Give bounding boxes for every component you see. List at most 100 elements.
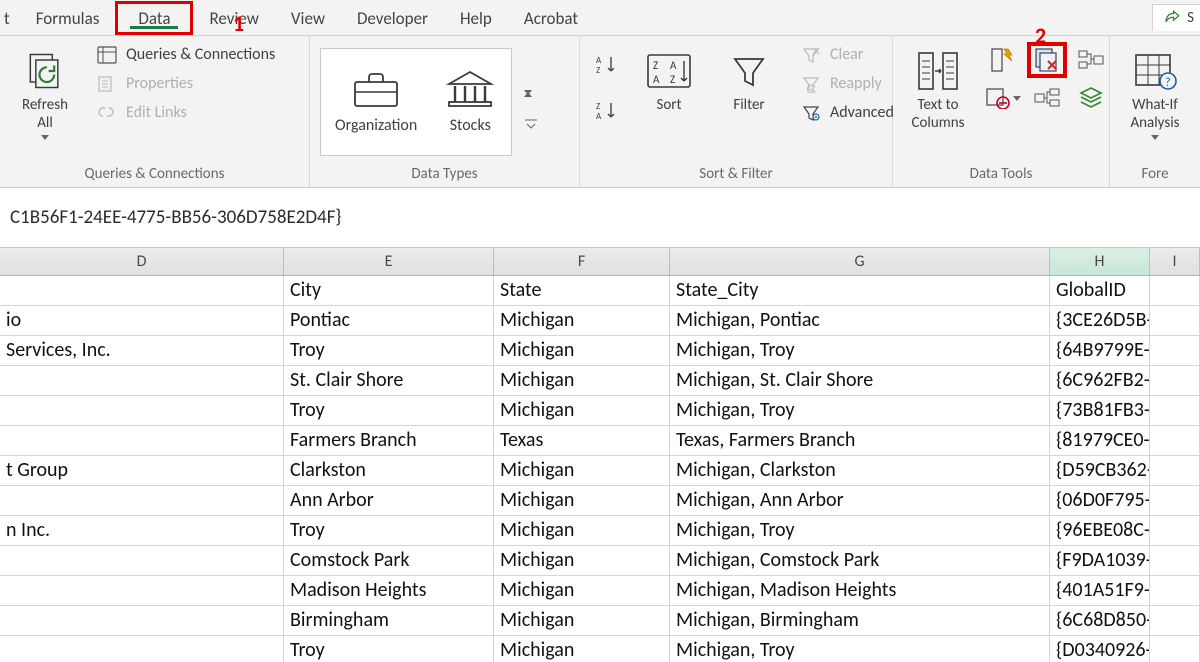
gallery-up[interactable] — [524, 73, 538, 87]
cell[interactable] — [1150, 366, 1200, 395]
table-row[interactable]: n Inc. Troy Michigan Michigan, Troy {96E… — [0, 516, 1200, 546]
col-header-G[interactable]: G — [670, 248, 1050, 275]
cell[interactable] — [0, 396, 284, 425]
cell[interactable] — [1150, 426, 1200, 455]
cell[interactable] — [1150, 486, 1200, 515]
cell[interactable] — [1150, 276, 1200, 305]
header-row[interactable]: City State State_City GlobalID — [0, 276, 1200, 306]
cell[interactable]: Michigan — [494, 516, 670, 545]
data-validation-button[interactable] — [983, 80, 1023, 116]
cell[interactable]: Farmers Branch — [284, 426, 494, 455]
consolidate-button[interactable] — [1071, 42, 1111, 78]
cell[interactable]: Troy — [284, 516, 494, 545]
col-header-I[interactable]: I — [1150, 248, 1200, 275]
cell[interactable]: St. Clair Shore — [284, 366, 494, 395]
cell[interactable] — [1150, 516, 1200, 545]
cell[interactable]: Michigan, Troy — [670, 396, 1050, 425]
cell[interactable]: {96EBE08C-127F- — [1050, 516, 1150, 545]
tab-view[interactable]: View — [275, 1, 341, 35]
manage-data-model-button[interactable] — [1071, 80, 1111, 116]
cell[interactable]: Texas, Farmers Branch — [670, 426, 1050, 455]
table-row[interactable]: St. Clair Shore Michigan Michigan, St. C… — [0, 366, 1200, 396]
cell[interactable]: Comstock Park — [284, 546, 494, 575]
table-row[interactable]: Ann Arbor Michigan Michigan, Ann Arbor {… — [0, 486, 1200, 516]
cell[interactable]: {6C68D850-6AD5 — [1050, 606, 1150, 635]
cell[interactable] — [0, 546, 284, 575]
remove-duplicates-button[interactable]: 2 — [1027, 42, 1067, 78]
table-row[interactable]: Birmingham Michigan Michigan, Birmingham… — [0, 606, 1200, 636]
cell[interactable]: {D59CB362-2B3B- — [1050, 456, 1150, 485]
cell[interactable]: City — [284, 276, 494, 305]
cell[interactable]: Madison Heights — [284, 576, 494, 605]
cell[interactable] — [1150, 306, 1200, 335]
cell[interactable] — [1150, 396, 1200, 425]
table-row[interactable]: Services, Inc. Troy Michigan Michigan, T… — [0, 336, 1200, 366]
gallery-down[interactable] — [524, 95, 538, 109]
sort-desc-button[interactable]: ZA — [590, 96, 624, 124]
cell[interactable] — [1150, 456, 1200, 485]
cell[interactable]: Michigan — [494, 306, 670, 335]
filter-button[interactable]: Filter — [714, 42, 784, 116]
share-button[interactable]: S — [1152, 4, 1200, 31]
cell[interactable]: Michigan, Birmingham — [670, 606, 1050, 635]
cell[interactable]: Michigan — [494, 576, 670, 605]
datatype-stocks[interactable]: Stocks — [443, 68, 497, 135]
cell[interactable] — [0, 486, 284, 515]
table-row[interactable]: io Pontiac Michigan Michigan, Pontiac {3… — [0, 306, 1200, 336]
table-row[interactable]: Troy Michigan Michigan, Troy {73B81FB3-6… — [0, 396, 1200, 426]
cell[interactable] — [0, 636, 284, 662]
whatif-button[interactable]: ? What-If Analysis — [1120, 42, 1190, 142]
table-row[interactable]: Comstock Park Michigan Michigan, Comstoc… — [0, 546, 1200, 576]
queries-connections-button[interactable]: Queries & Connections — [90, 42, 281, 67]
cell[interactable] — [0, 276, 284, 305]
cell[interactable]: Michigan — [494, 606, 670, 635]
col-header-H[interactable]: H — [1050, 248, 1150, 275]
cell[interactable]: Michigan, Ann Arbor — [670, 486, 1050, 515]
cell[interactable]: Michigan — [494, 336, 670, 365]
col-header-F[interactable]: F — [494, 248, 670, 275]
cell[interactable]: Pontiac — [284, 306, 494, 335]
cell[interactable]: Birmingham — [284, 606, 494, 635]
cell[interactable]: Troy — [284, 396, 494, 425]
cell[interactable]: Troy — [284, 336, 494, 365]
relationships-button[interactable] — [1027, 80, 1067, 116]
cell[interactable]: Michigan, Comstock Park — [670, 546, 1050, 575]
table-row[interactable]: Madison Heights Michigan Michigan, Madis… — [0, 576, 1200, 606]
cell[interactable]: t Group — [0, 456, 284, 485]
advanced-button[interactable]: Advanced — [794, 100, 900, 125]
table-row[interactable]: Farmers Branch Texas Texas, Farmers Bran… — [0, 426, 1200, 456]
cell[interactable]: Michigan, St. Clair Shore — [670, 366, 1050, 395]
cell[interactable] — [1150, 576, 1200, 605]
cell[interactable]: {81979CE0-AC0B- — [1050, 426, 1150, 455]
formula-bar[interactable]: C1B56F1-24EE-4775-BB56-306D758E2D4F} — [0, 188, 1200, 248]
cell[interactable]: {401A51F9-63C3- — [1050, 576, 1150, 605]
cell[interactable]: io — [0, 306, 284, 335]
cell[interactable]: {6C962FB2-1504- — [1050, 366, 1150, 395]
sort-button[interactable]: Z A A Z Sort — [634, 42, 704, 116]
cell[interactable]: GlobalID — [1050, 276, 1150, 305]
tab-partial[interactable]: t — [0, 1, 20, 35]
tab-formulas[interactable]: Formulas — [20, 1, 116, 35]
cell[interactable]: Michigan, Madison Heights — [670, 576, 1050, 605]
tab-acrobat[interactable]: Acrobat — [508, 1, 594, 35]
cell[interactable] — [1150, 606, 1200, 635]
cell[interactable]: Troy — [284, 636, 494, 662]
cell[interactable]: {73B81FB3-6CA8- — [1050, 396, 1150, 425]
cell[interactable] — [0, 606, 284, 635]
sort-asc-button[interactable]: AZ — [590, 50, 624, 78]
cell[interactable]: Michigan — [494, 546, 670, 575]
cell[interactable] — [0, 576, 284, 605]
cell[interactable]: State_City — [670, 276, 1050, 305]
cell[interactable] — [0, 426, 284, 455]
worksheet[interactable]: City State State_City GlobalID io Pontia… — [0, 276, 1200, 662]
cell[interactable] — [1150, 546, 1200, 575]
cell[interactable]: {64B9799E-76CE- — [1050, 336, 1150, 365]
cell[interactable]: Michigan — [494, 636, 670, 662]
cell[interactable]: Michigan — [494, 456, 670, 485]
cell[interactable]: Michigan, Troy — [670, 336, 1050, 365]
tab-help[interactable]: Help — [444, 1, 508, 35]
cell[interactable]: Michigan, Clarkston — [670, 456, 1050, 485]
cell[interactable] — [1150, 636, 1200, 662]
cell[interactable]: Michigan, Troy — [670, 636, 1050, 662]
cell[interactable]: State — [494, 276, 670, 305]
